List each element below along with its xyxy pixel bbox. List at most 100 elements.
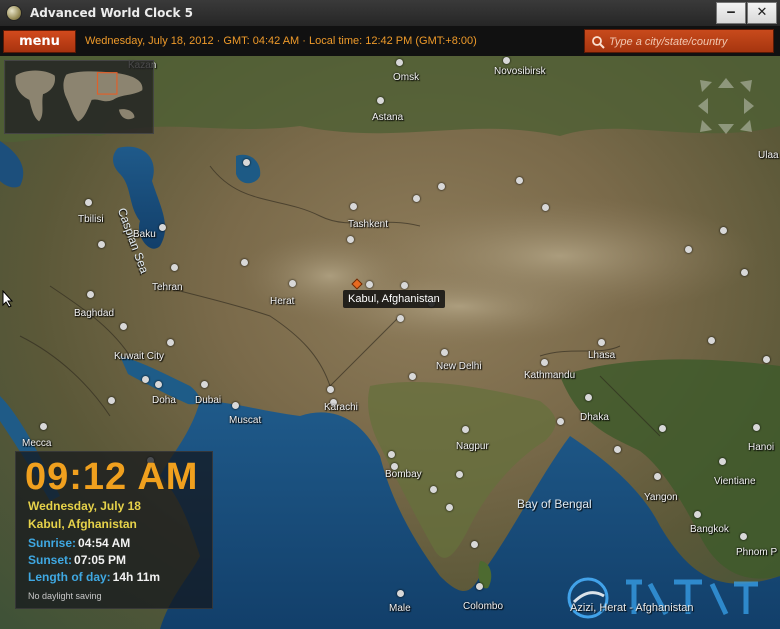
city-dot[interactable] [741, 269, 748, 276]
city-dot[interactable] [289, 280, 296, 287]
city-dot[interactable] [708, 337, 715, 344]
city-dot[interactable] [413, 195, 420, 202]
sunrise-label: Sunrise: [28, 536, 77, 550]
city-dot[interactable] [142, 376, 149, 383]
city-dot[interactable] [159, 224, 166, 231]
city-label[interactable]: Tbilisi [78, 214, 104, 225]
city-label[interactable]: Doha [152, 395, 176, 406]
city-label[interactable]: New Delhi [436, 361, 482, 372]
city-dot[interactable] [347, 236, 354, 243]
city-dot[interactable] [201, 381, 208, 388]
city-label[interactable]: Male [389, 603, 411, 614]
city-dot[interactable] [659, 425, 666, 432]
city-dot[interactable] [456, 471, 463, 478]
city-dot[interactable] [401, 282, 408, 289]
city-dot[interactable] [366, 281, 373, 288]
city-dot[interactable] [85, 199, 92, 206]
menu-bar: menu Wednesday, July 18, 2012 · GMT: 04:… [0, 27, 780, 56]
city-dot[interactable] [155, 381, 162, 388]
city-dot[interactable] [471, 541, 478, 548]
minimize-button[interactable]: ‒ [716, 2, 746, 24]
city-label[interactable]: Herat [270, 296, 294, 307]
city-dot[interactable] [516, 177, 523, 184]
sunrise-row: Sunrise: 04:54 AM [28, 536, 130, 550]
city-dot[interactable] [241, 259, 248, 266]
city-dot[interactable] [232, 402, 239, 409]
day-length-label: Length of day: [28, 570, 111, 584]
city-dot[interactable] [585, 394, 592, 401]
city-label[interactable]: Baku [133, 229, 156, 240]
city-label[interactable]: Ulaa [758, 150, 779, 161]
city-dot[interactable] [441, 349, 448, 356]
city-label[interactable]: Baghdad [74, 308, 114, 319]
nearby-city-info: Azizi, Herat - Afghanistan [570, 602, 694, 614]
city-dot[interactable] [720, 227, 727, 234]
close-button[interactable]: ✕ [747, 2, 777, 24]
city-dot[interactable] [740, 533, 747, 540]
sea-label-bay-of-bengal: Bay of Bengal [517, 497, 592, 511]
city-dot[interactable] [167, 339, 174, 346]
city-label[interactable]: Muscat [229, 415, 261, 426]
city-dot[interactable] [350, 203, 357, 210]
menu-button[interactable]: menu [3, 30, 76, 53]
city-label[interactable]: Astana [372, 112, 403, 123]
city-dot[interactable] [120, 323, 127, 330]
city-dot[interactable] [40, 423, 47, 430]
city-dot[interactable] [763, 356, 770, 363]
city-dot[interactable] [171, 264, 178, 271]
city-label[interactable]: Karachi [324, 402, 358, 413]
city-dot[interactable] [541, 359, 548, 366]
city-label[interactable]: Tehran [152, 282, 183, 293]
minimap[interactable] [4, 60, 154, 134]
city-label[interactable]: Vientiane [714, 476, 756, 487]
city-label[interactable]: Hanoi [748, 442, 774, 453]
city-label[interactable]: Phnom P [736, 547, 777, 558]
city-label[interactable]: Colombo [463, 601, 503, 612]
city-dot[interactable] [396, 59, 403, 66]
city-search-input[interactable] [609, 33, 769, 50]
city-dot[interactable] [542, 204, 549, 211]
city-dot[interactable] [98, 241, 105, 248]
city-dot[interactable] [108, 397, 115, 404]
city-dot[interactable] [476, 583, 483, 590]
city-dot[interactable] [614, 446, 621, 453]
city-label[interactable]: Nagpur [456, 441, 489, 452]
city-dot[interactable] [557, 418, 564, 425]
city-dot[interactable] [446, 504, 453, 511]
city-label[interactable]: Dubai [195, 395, 221, 406]
city-label[interactable]: Tashkent [348, 219, 388, 230]
city-dot[interactable] [397, 590, 404, 597]
city-dot[interactable] [462, 426, 469, 433]
city-dot[interactable] [397, 315, 404, 322]
city-label[interactable]: Kuwait City [114, 351, 164, 362]
city-dot[interactable] [685, 246, 692, 253]
city-label[interactable]: Yangon [644, 492, 678, 503]
city-label[interactable]: Kathmandu [524, 370, 575, 381]
city-label[interactable]: Mecca [22, 438, 51, 449]
city-dot[interactable] [327, 386, 334, 393]
sunset-label: Sunset: [28, 553, 73, 567]
city-dot[interactable] [377, 97, 384, 104]
city-label[interactable]: Bangkok [690, 524, 729, 535]
city-label[interactable]: Bombay [385, 469, 422, 480]
city-label[interactable]: Novosibirsk [494, 66, 546, 77]
city-dot[interactable] [719, 458, 726, 465]
city-label[interactable]: Omsk [393, 72, 419, 83]
city-label[interactable]: Dhaka [580, 412, 609, 423]
city-dot[interactable] [694, 511, 701, 518]
city-dot[interactable] [87, 291, 94, 298]
city-dot[interactable] [753, 424, 760, 431]
city-dot[interactable] [409, 373, 416, 380]
search-box[interactable] [584, 29, 774, 53]
world-map[interactable]: Caspian Sea Bay of Bengal Omsk Novosibirs… [0, 56, 780, 629]
city-label[interactable]: Lhasa [588, 350, 615, 361]
city-dot[interactable] [388, 451, 395, 458]
city-dot[interactable] [654, 473, 661, 480]
city-dot[interactable] [438, 183, 445, 190]
map-pan-control[interactable] [694, 74, 758, 138]
city-dot[interactable] [243, 159, 250, 166]
city-dot[interactable] [598, 339, 605, 346]
city-dot[interactable] [430, 486, 437, 493]
dst-status: No daylight saving [28, 591, 102, 601]
city-dot[interactable] [503, 57, 510, 64]
